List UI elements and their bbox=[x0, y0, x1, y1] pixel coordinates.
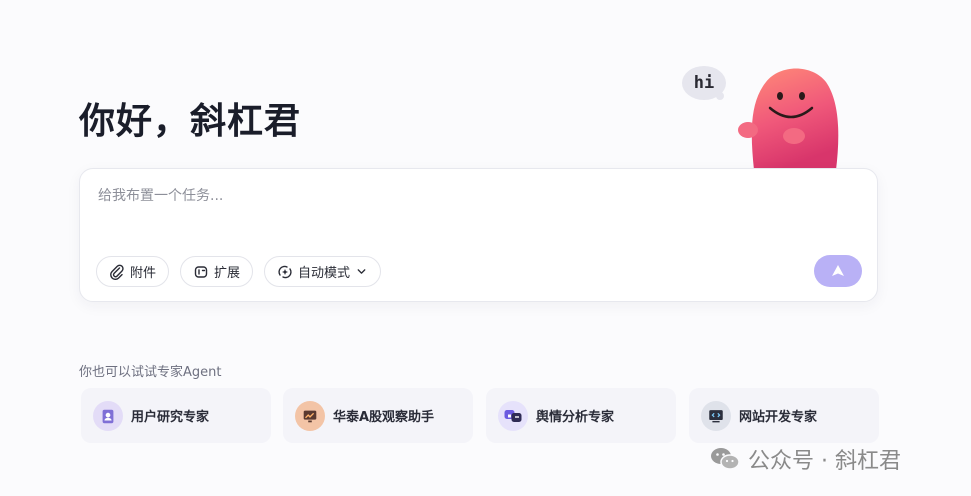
send-arrow-icon bbox=[832, 265, 844, 276]
greeting-title: 你好，斜杠君 bbox=[79, 101, 302, 142]
wechat-icon bbox=[711, 448, 740, 470]
extension-icon bbox=[194, 265, 208, 278]
user-research-icon bbox=[93, 400, 123, 431]
attach-button[interactable]: 附件 bbox=[96, 256, 170, 287]
agent-name: 用户研究专家 bbox=[131, 410, 210, 425]
paperclip-icon bbox=[110, 264, 124, 280]
stock-chart-icon bbox=[295, 400, 325, 431]
chevron-down-icon bbox=[357, 269, 366, 274]
send-button[interactable] bbox=[814, 255, 862, 287]
expert-agents-label: 你也可以试试专家Agent bbox=[79, 365, 222, 380]
extend-button[interactable]: 扩展 bbox=[180, 256, 254, 287]
mascot-illustration: hi bbox=[676, 56, 846, 170]
mode-select[interactable]: 自动模式 bbox=[264, 256, 382, 287]
task-input[interactable] bbox=[96, 187, 800, 205]
auto-mode-icon bbox=[278, 265, 292, 278]
sentiment-icon bbox=[498, 400, 528, 431]
mascot-icon bbox=[738, 68, 839, 170]
speech-bubble: hi bbox=[682, 66, 726, 100]
task-composer: 附件 扩展 自动模式 bbox=[79, 168, 878, 302]
agent-card-stock-observer[interactable]: 华泰A股观察助手 bbox=[283, 388, 473, 443]
agent-name: 舆情分析专家 bbox=[536, 410, 615, 425]
agent-card-sentiment[interactable]: 舆情分析专家 bbox=[486, 388, 676, 443]
extend-label: 扩展 bbox=[214, 266, 241, 281]
watermark-text: 公众号 · 斜杠君 bbox=[748, 449, 901, 474]
code-monitor-icon bbox=[701, 400, 731, 431]
agent-name: 华泰A股观察助手 bbox=[333, 410, 435, 425]
mode-label: 自动模式 bbox=[298, 266, 351, 281]
agent-card-user-research[interactable]: 用户研究专家 bbox=[81, 388, 271, 443]
watermark: 公众号 · 斜杠君 bbox=[710, 444, 901, 474]
agent-name: 网站开发专家 bbox=[739, 410, 818, 425]
attach-label: 附件 bbox=[130, 266, 157, 281]
agent-card-web-dev[interactable]: 网站开发专家 bbox=[689, 388, 879, 443]
